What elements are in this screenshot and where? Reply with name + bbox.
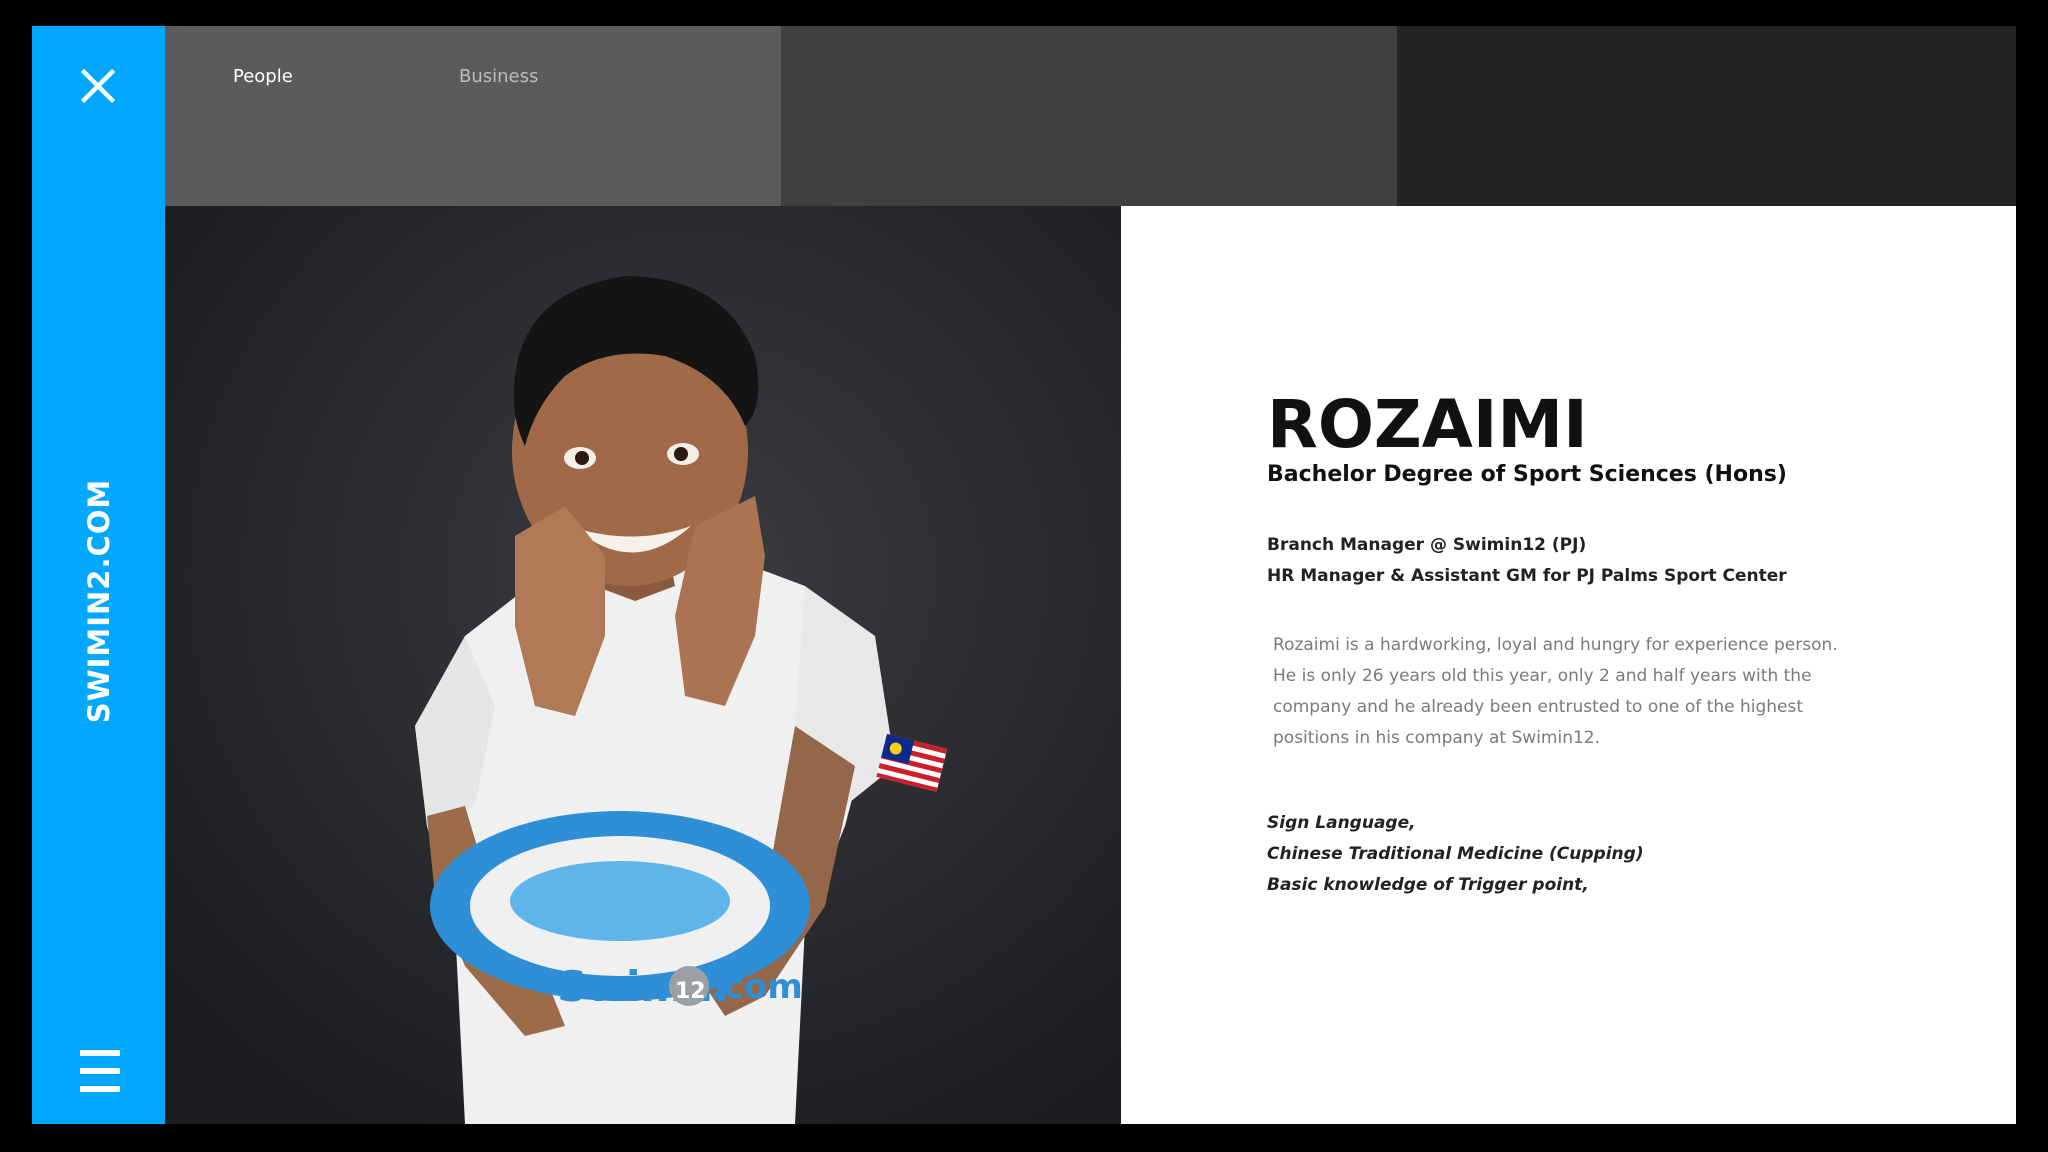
brand-vertical-text: SWIMIN2.COM: [81, 478, 116, 724]
person-degree: Bachelor Degree of Sport Sciences (Hons): [1267, 462, 1787, 487]
roles-list: Branch Manager @ Swimin12 (PJ) HR Manage…: [1267, 530, 1787, 592]
profile-info-panel: ROZAIMI Bachelor Degree of Sport Science…: [1121, 206, 2016, 1124]
nav-block-3: [1397, 26, 2016, 206]
bio-line: He is only 26 years old this year, only …: [1273, 666, 1812, 686]
close-icon[interactable]: [76, 64, 120, 108]
role-item: Branch Manager @ Swimin12 (PJ): [1267, 535, 1587, 555]
skill-item: Chinese Traditional Medicine (Cupping): [1267, 844, 1644, 864]
nav-block-2: [781, 26, 1397, 206]
tab-business[interactable]: Business: [459, 66, 538, 87]
nav-block-1: People Business: [165, 26, 781, 206]
shirt-logo-number: 12: [675, 979, 706, 1004]
profile-photo: Swimin 12 .com: [165, 206, 1121, 1124]
bio-line: company and he already been entrusted to…: [1273, 697, 1804, 717]
hamburger-menu-icon[interactable]: [80, 1048, 120, 1094]
bio-line: Rozaimi is a hardworking, loyal and hung…: [1273, 635, 1838, 655]
shirt-logo-suffix: .com: [711, 967, 803, 1007]
side-rail: SWIMIN2.COM: [32, 26, 165, 1124]
skills-list: Sign Language, Chinese Traditional Medic…: [1267, 808, 1644, 901]
bio-paragraph: Rozaimi is a hardworking, loyal and hung…: [1273, 630, 1873, 754]
skill-item: Basic knowledge of Trigger point,: [1267, 875, 1589, 895]
top-nav: People Business: [165, 26, 2016, 206]
app-frame: SWIMIN2.COM People Business Swimin 12 .c…: [0, 0, 2048, 1152]
skill-item: Sign Language,: [1267, 813, 1416, 833]
bio-line: positions in his company at Swimin12.: [1273, 728, 1601, 748]
role-item: HR Manager & Assistant GM for PJ Palms S…: [1267, 566, 1787, 586]
tab-people[interactable]: People: [233, 66, 293, 87]
person-name: ROZAIMI: [1267, 386, 1588, 463]
